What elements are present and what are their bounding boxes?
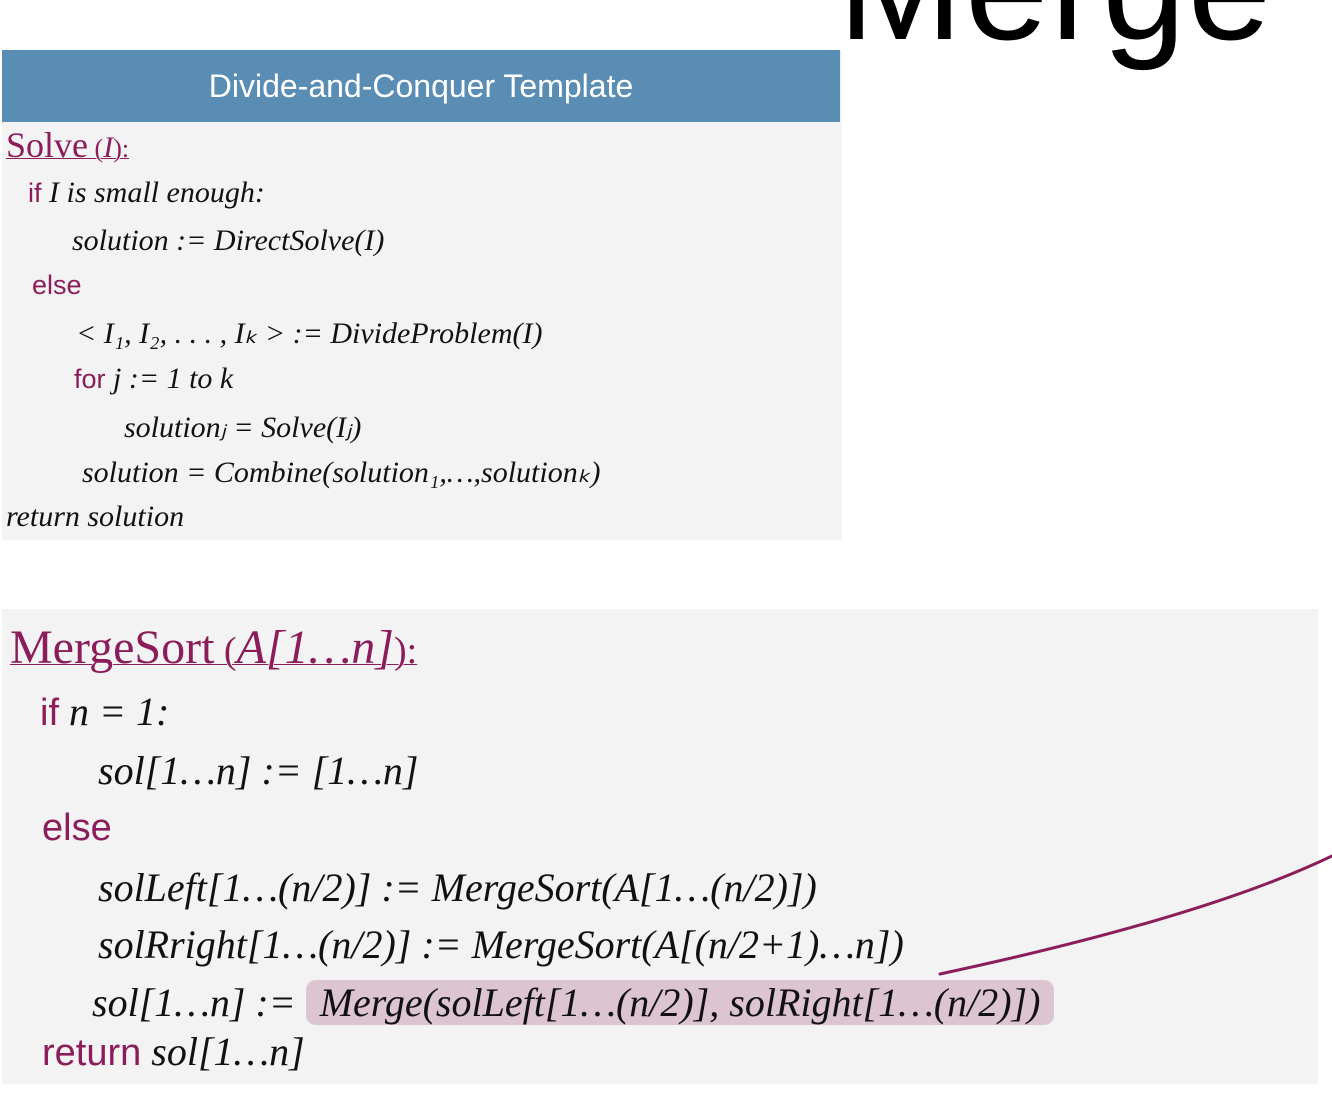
annotation-arrow-line [938,854,1332,976]
